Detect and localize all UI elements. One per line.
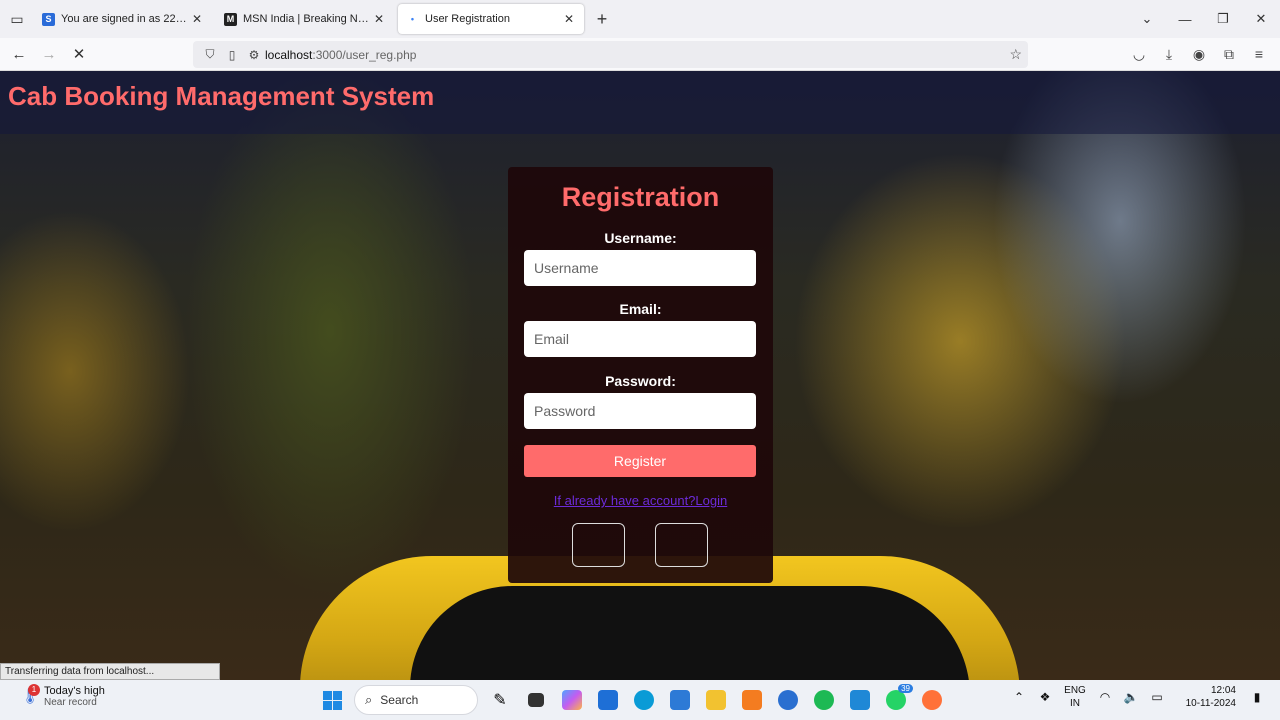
weather-badge: 1 [28, 683, 40, 696]
weather-widget[interactable]: 🌡 1 Today's high Near record [20, 683, 105, 708]
tab-title: User Registration [425, 13, 510, 25]
restore-icon[interactable]: ❐ [1204, 11, 1242, 27]
tab-list-icon[interactable]: ▭ [0, 0, 34, 38]
username-input[interactable] [524, 250, 756, 286]
email-input[interactable] [524, 321, 756, 357]
bookmark-star-icon[interactable]: ☆ [1009, 46, 1022, 63]
time: 12:04 [1210, 685, 1236, 696]
taskbar-search[interactable]: ⌕ Search [354, 685, 478, 715]
site-title: Cab Booking Management System [8, 81, 435, 111]
taskbar: 🌡 1 Today's high Near record ⌕ Search ✎ 3… [0, 680, 1280, 720]
thermometer-icon: 🌡 1 [20, 683, 41, 705]
registration-form: Registration Username: Email: Password: … [508, 167, 773, 583]
whatsapp-badge: 39 [898, 684, 913, 693]
tab-close-icon[interactable]: ✕ [190, 12, 204, 26]
permissions-icon[interactable]: ⚙ [243, 48, 265, 62]
email-label: Email: [619, 301, 662, 317]
url-host: localhost [265, 47, 313, 62]
menu-icon[interactable]: ≡ [1244, 46, 1274, 63]
lang-top: ENG [1064, 685, 1086, 696]
whatsapp-icon[interactable]: 39 [879, 684, 913, 716]
url-bar[interactable]: ⛉ ▯ ⚙ localhost :3000/user_reg.php ☆ [193, 41, 1028, 68]
dropbox-icon[interactable]: ❖ [1032, 690, 1058, 704]
close-icon[interactable]: ✕ [1242, 11, 1280, 27]
extensions-icon[interactable]: ⧉ [1214, 46, 1244, 63]
app-icon[interactable] [771, 684, 805, 716]
task-view-icon[interactable] [519, 684, 553, 716]
file-explorer-icon[interactable] [699, 684, 733, 716]
chevron-up-icon[interactable]: ⌃ [1006, 690, 1032, 704]
monitor-icon[interactable] [663, 684, 697, 716]
stop-loading-icon[interactable]: ✕ [64, 45, 94, 63]
tab-close-icon[interactable]: ✕ [372, 12, 386, 26]
clock[interactable]: 12:04 10-11-2024 [1176, 684, 1236, 710]
weather-title: Today's high [44, 685, 105, 697]
social-button-right[interactable] [655, 523, 708, 567]
copilot-icon[interactable] [555, 684, 589, 716]
system-tray: ⌃ ❖ ENG IN ◠ 🔈 ▭ 12:04 10-11-2024 ▮ [1006, 684, 1270, 710]
battery-icon[interactable]: ▭ [1144, 690, 1170, 704]
register-button[interactable]: Register [524, 445, 756, 477]
status-bar: Transferring data from localhost... [0, 663, 220, 680]
tab-signed-in[interactable]: S You are signed in as 22bt067 ✕ [34, 4, 212, 34]
back-icon[interactable]: ← [4, 46, 34, 63]
search-label: Search [380, 693, 419, 707]
pocket-icon[interactable]: ◡ [1124, 46, 1154, 63]
chevron-down-icon[interactable]: ⌄ [1128, 11, 1166, 27]
login-link[interactable]: If already have account?Login [508, 493, 773, 508]
date: 10-11-2024 [1185, 698, 1236, 709]
window-controls: ⌄ — ❐ ✕ [1128, 0, 1280, 38]
toolbar-icons: ◡ ⤓ ◉ ⧉ ≡ [1124, 46, 1274, 63]
firefox-icon[interactable] [915, 684, 949, 716]
xampp-icon[interactable] [735, 684, 769, 716]
store-icon[interactable] [591, 684, 625, 716]
tab-msn[interactable]: M MSN India | Breaking News, Ent ✕ [216, 4, 394, 34]
form-heading: Registration [561, 182, 720, 212]
shield-icon[interactable]: ⛉ [199, 47, 221, 62]
car-window-image [410, 586, 970, 680]
account-icon[interactable]: ◉ [1184, 46, 1214, 63]
password-label: Password: [605, 373, 676, 389]
volume-icon[interactable]: 🔈 [1118, 690, 1144, 704]
taskbar-apps: ⌕ Search ✎ 39 [314, 684, 950, 716]
tab-favicon-icon: S [42, 12, 55, 26]
tab-loading-icon: • [410, 14, 415, 24]
browser-tab-bar: ▭ S You are signed in as 22bt067 ✕ M MSN… [0, 0, 1280, 38]
download-icon[interactable]: ⤓ [1154, 46, 1184, 63]
site-header: Cab Booking Management System [0, 71, 1280, 134]
spotify-icon[interactable] [807, 684, 841, 716]
url-path: :3000/user_reg.php [312, 47, 417, 62]
edge-icon[interactable] [627, 684, 661, 716]
tab-close-icon[interactable]: ✕ [562, 12, 576, 26]
vscode-icon[interactable] [843, 684, 877, 716]
minimize-icon[interactable]: — [1166, 12, 1204, 27]
notification-icon[interactable]: ▮ [1244, 690, 1270, 704]
tab-favicon-icon: M [224, 12, 237, 26]
social-button-left[interactable] [572, 523, 625, 567]
page-icon[interactable]: ▯ [221, 48, 243, 62]
tab-user-registration[interactable]: • User Registration ✕ [398, 4, 584, 34]
page-background: Cab Booking Management System Registrati… [0, 71, 1280, 680]
browser-nav-bar: ← → ✕ ⛉ ▯ ⚙ localhost :3000/user_reg.php… [0, 38, 1280, 71]
lang-bottom: IN [1070, 698, 1080, 709]
widget-icon[interactable]: ✎ [483, 684, 517, 716]
tab-title: MSN India | Breaking News, Ent [243, 13, 372, 25]
language-indicator[interactable]: ENG IN [1058, 684, 1092, 710]
tab-title: You are signed in as 22bt067 [61, 13, 190, 25]
username-label: Username: [604, 230, 677, 246]
search-icon: ⌕ [365, 692, 373, 707]
start-icon[interactable] [315, 684, 349, 716]
new-tab-icon[interactable]: + [588, 9, 616, 30]
weather-subtitle: Near record [44, 697, 97, 708]
password-input[interactable] [524, 393, 756, 429]
wifi-icon[interactable]: ◠ [1092, 690, 1118, 704]
forward-icon[interactable]: → [34, 46, 64, 63]
